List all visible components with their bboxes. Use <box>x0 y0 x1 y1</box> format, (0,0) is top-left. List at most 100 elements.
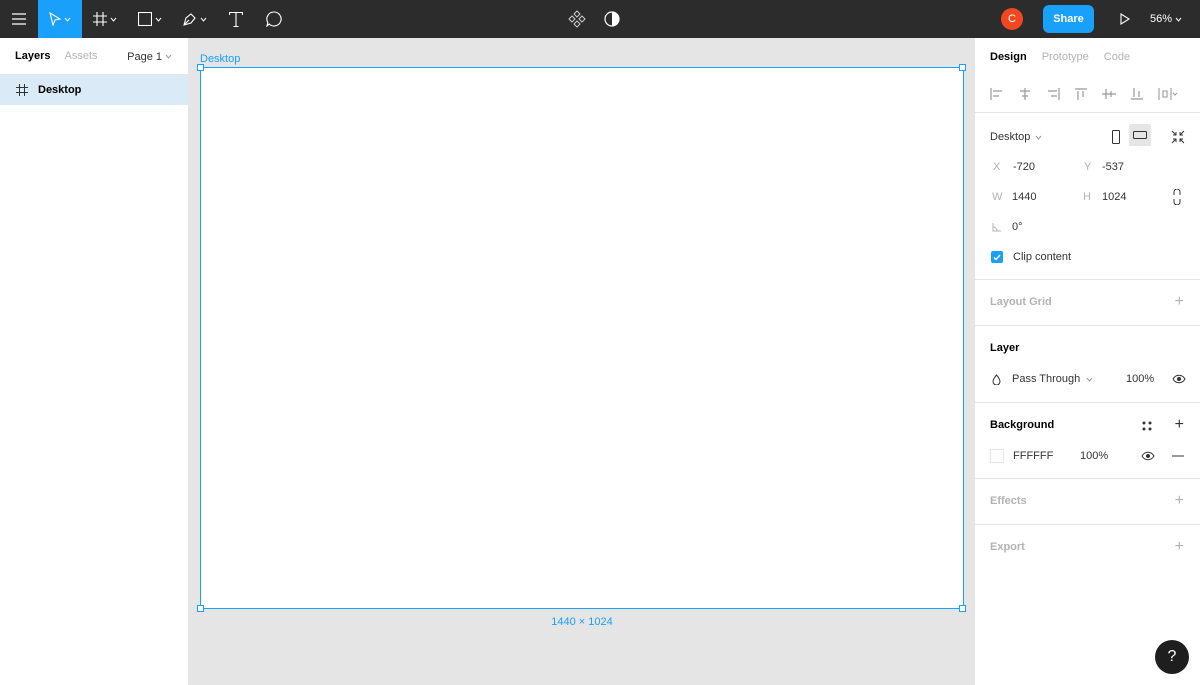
layer-label: Desktop <box>38 84 82 96</box>
alignment-toolbar <box>975 75 1200 113</box>
add-effect-button[interactable]: + <box>1175 493 1184 509</box>
text-tool-button[interactable] <box>217 0 255 38</box>
comment-icon <box>266 11 282 27</box>
tab-code[interactable]: Code <box>1104 51 1130 63</box>
h-label: H <box>1083 191 1091 203</box>
w-value: 1440 <box>1012 191 1037 203</box>
y-label: Y <box>1084 161 1092 173</box>
main-menu-button[interactable] <box>0 0 38 38</box>
comment-tool-button[interactable] <box>255 0 293 38</box>
x-field[interactable]: X -720 <box>993 157 1035 177</box>
pen-tool-button[interactable] <box>172 0 217 38</box>
avatar[interactable]: C <box>1001 8 1023 30</box>
rotation-value: 0° <box>1012 221 1023 233</box>
contrast-toggle-button[interactable] <box>604 0 620 38</box>
remove-fill-button[interactable] <box>1172 446 1184 466</box>
zoom-dropdown[interactable]: 56% <box>1150 13 1200 25</box>
shape-tool-button[interactable] <box>127 0 172 38</box>
align-vertical-center-icon[interactable] <box>1102 88 1116 100</box>
add-export-button[interactable]: + <box>1175 539 1184 555</box>
fill-opacity-field[interactable]: 100% <box>1080 446 1108 466</box>
layer-item-desktop[interactable]: Desktop <box>0 75 188 105</box>
toolbar-right: C Share 56% <box>1001 0 1200 38</box>
layer-opacity-field[interactable]: 100% <box>1126 369 1154 389</box>
chevron-down-icon <box>1175 17 1182 22</box>
eye-icon <box>1141 451 1155 461</box>
hamburger-icon <box>12 13 26 25</box>
y-field[interactable]: Y -537 <box>1084 157 1124 177</box>
left-panel-tabs: Layers Assets Page 1 <box>0 38 188 75</box>
tab-layers[interactable]: Layers <box>15 50 50 62</box>
constrain-proportions-button[interactable] <box>1173 187 1181 207</box>
page-dropdown[interactable]: Page 1 <box>127 38 172 75</box>
align-top-icon[interactable] <box>1074 87 1088 100</box>
cursor-icon <box>49 12 61 26</box>
rectangle-icon <box>137 12 152 26</box>
clip-content-toggle[interactable]: Clip content <box>991 247 1071 267</box>
frame-preset-dropdown[interactable]: Desktop <box>990 127 1042 147</box>
eye-icon <box>1172 374 1186 384</box>
align-horizontal-center-icon[interactable] <box>1018 87 1032 100</box>
h-value: 1024 <box>1102 191 1127 203</box>
chevron-down-icon <box>1035 135 1042 140</box>
x-value: -720 <box>1013 161 1036 173</box>
layer-opacity-value: 100% <box>1126 373 1155 385</box>
canvas[interactable]: Desktop 1440 × 1024 <box>189 38 974 685</box>
fill-color-field[interactable]: FFFFFF <box>990 446 1053 466</box>
frame-title[interactable]: Desktop <box>200 53 240 65</box>
resize-to-fit-button[interactable] <box>1171 127 1185 147</box>
fill-visibility-toggle[interactable] <box>1141 446 1155 466</box>
distribute-icon[interactable] <box>1158 87 1178 100</box>
clip-content-checkbox[interactable] <box>991 251 1003 263</box>
styles-icon <box>1142 421 1152 431</box>
resize-handle-top-left[interactable] <box>197 64 204 71</box>
pen-icon <box>183 12 196 26</box>
top-toolbar: C Share 56% <box>0 0 1200 38</box>
drop-icon <box>992 373 1001 385</box>
chevron-down-icon <box>110 17 116 22</box>
resize-to-fit-icon <box>1171 130 1185 144</box>
share-button[interactable]: Share <box>1043 5 1094 33</box>
height-field[interactable]: H 1024 <box>1083 187 1126 207</box>
color-swatch[interactable] <box>990 449 1004 463</box>
layers-panel: Layers Assets Page 1 Desktop <box>0 38 189 685</box>
tab-assets[interactable]: Assets <box>64 50 97 62</box>
text-icon <box>229 11 243 27</box>
half-circle-icon <box>604 11 620 27</box>
present-button[interactable] <box>1110 13 1140 25</box>
desktop-frame[interactable] <box>200 67 964 609</box>
landscape-button[interactable] <box>1129 124 1151 146</box>
portrait-button[interactable] <box>1112 127 1120 147</box>
style-picker-button[interactable] <box>1142 416 1152 436</box>
checkmark-icon <box>993 254 1001 261</box>
background-title: Background <box>990 419 1055 431</box>
effects-title: Effects <box>990 495 1027 507</box>
align-left-icon[interactable] <box>990 87 1004 100</box>
x-label: X <box>993 161 1001 173</box>
resize-handle-bottom-left[interactable] <box>197 605 204 612</box>
align-bottom-icon[interactable] <box>1130 87 1144 100</box>
page-name: Page 1 <box>127 50 162 63</box>
tab-prototype[interactable]: Prototype <box>1042 51 1089 63</box>
add-layout-grid-button[interactable]: + <box>1175 294 1184 310</box>
layer-visibility-toggle[interactable] <box>1172 369 1186 389</box>
width-field[interactable]: W 1440 <box>992 187 1036 207</box>
help-button[interactable]: ? <box>1155 640 1189 674</box>
export-section: Export + <box>975 525 1200 571</box>
frame-tool-button[interactable] <box>82 0 127 38</box>
export-title: Export <box>990 541 1025 553</box>
resize-handle-top-right[interactable] <box>959 64 966 71</box>
fill-hex-value: FFFFFF <box>1013 450 1054 462</box>
tab-design[interactable]: Design <box>990 51 1027 63</box>
blend-mode-dropdown[interactable]: Pass Through <box>992 369 1093 389</box>
add-fill-button[interactable]: + <box>1175 417 1184 433</box>
align-right-icon[interactable] <box>1046 87 1060 100</box>
rotation-field[interactable]: 0° <box>992 217 1023 237</box>
frame-icon <box>92 12 107 26</box>
move-tool-button[interactable] <box>38 0 82 38</box>
landscape-icon <box>1133 131 1147 139</box>
play-icon <box>1120 13 1130 25</box>
clip-content-label: Clip content <box>1013 251 1072 263</box>
components-button[interactable] <box>568 0 586 38</box>
resize-handle-bottom-right[interactable] <box>959 605 966 612</box>
